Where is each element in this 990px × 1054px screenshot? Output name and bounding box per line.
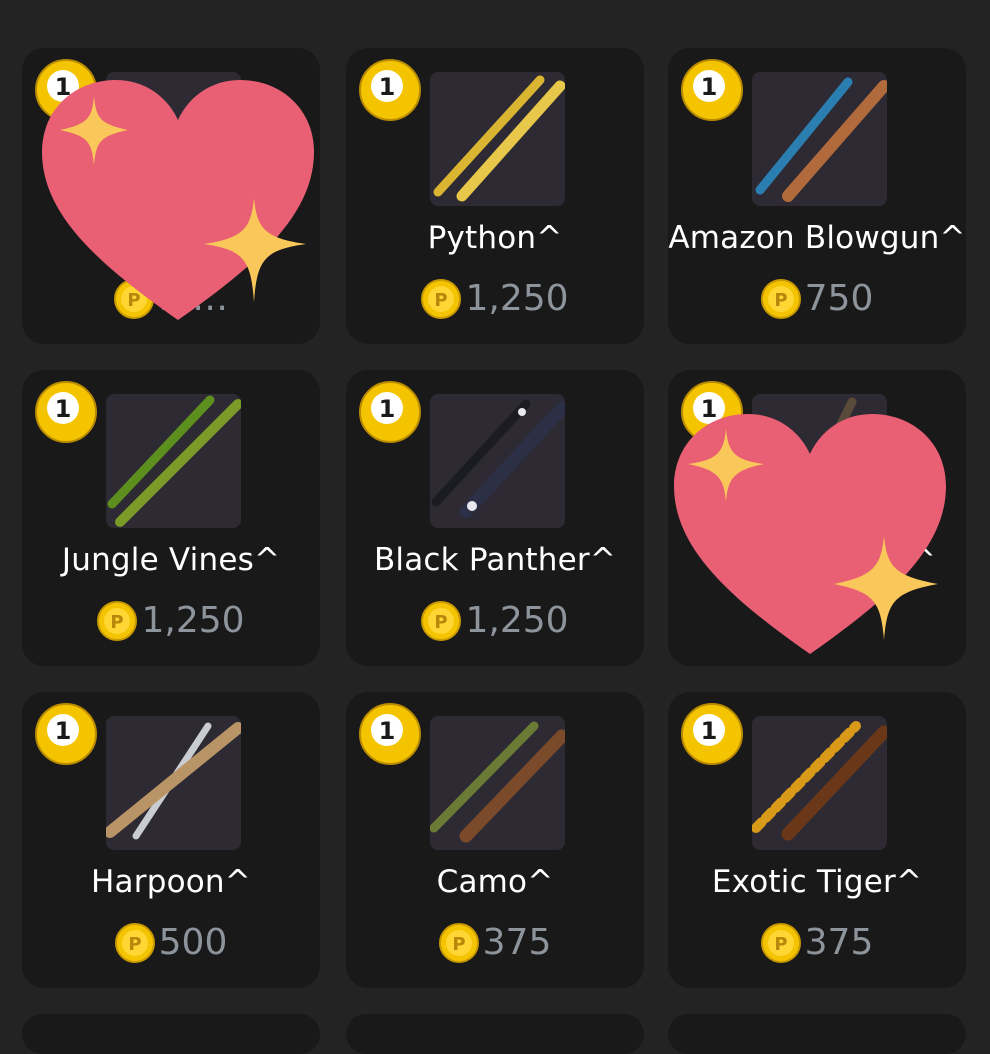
item-card[interactable]: 1 Harpoon^ P 500 — [22, 692, 320, 988]
coin-icon: P — [760, 278, 801, 319]
item-card[interactable]: 1 Jungle Vines^ P 1,250 — [22, 370, 320, 666]
harpoon-cue-icon — [106, 716, 241, 850]
svg-text:1: 1 — [701, 717, 718, 745]
item-name: Exotic Tiger^ — [711, 864, 923, 900]
svg-text:1: 1 — [55, 395, 72, 423]
svg-text:P: P — [774, 290, 787, 311]
item-price: P 375 — [668, 922, 966, 963]
price-value: 375 — [482, 922, 552, 963]
item-thumbnail — [752, 72, 887, 206]
level-badge-icon: 1 — [681, 59, 743, 121]
coin-icon: P — [114, 922, 155, 963]
level-badge-icon: 1 — [359, 59, 421, 121]
item-price: P 500 — [22, 922, 320, 963]
svg-text:1: 1 — [379, 717, 396, 745]
item-price: P 1,250 — [346, 278, 644, 319]
svg-text:P: P — [452, 934, 465, 955]
jungle-vines-cue-icon — [106, 394, 241, 528]
sparkling-heart-icon — [42, 80, 314, 320]
svg-text:1: 1 — [379, 395, 396, 423]
coin-icon: P — [97, 600, 138, 641]
exotic-tiger-cue-icon — [752, 716, 887, 850]
svg-text:P: P — [128, 934, 141, 955]
item-thumbnail — [106, 394, 241, 528]
coin-icon: P — [438, 922, 479, 963]
svg-text:1: 1 — [55, 717, 72, 745]
item-thumbnail — [430, 72, 565, 206]
python-cue-icon — [430, 72, 565, 206]
level-badge-icon: 1 — [681, 703, 743, 765]
price-value: 1,250 — [465, 278, 569, 319]
svg-text:P: P — [435, 290, 448, 311]
item-thumbnail — [430, 716, 565, 850]
item-thumbnail — [752, 716, 887, 850]
coin-icon: P — [421, 278, 462, 319]
svg-text:1: 1 — [701, 73, 718, 101]
level-badge-icon: 1 — [359, 381, 421, 443]
item-price: P 375 — [346, 922, 644, 963]
price-value: 500 — [158, 922, 228, 963]
item-card[interactable]: 1 Exotic Tiger^ P 375 — [668, 692, 966, 988]
item-card[interactable] — [22, 1014, 320, 1054]
svg-text:P: P — [435, 612, 448, 633]
item-card[interactable]: 1 Python^ P 1,250 — [346, 48, 644, 344]
price-value: 375 — [804, 922, 874, 963]
price-value: 750 — [804, 278, 874, 319]
item-name: Jungle Vines^ — [61, 542, 281, 578]
svg-text:1: 1 — [379, 73, 396, 101]
item-price: P 1,250 — [22, 600, 320, 641]
item-price: P 750 — [668, 278, 966, 319]
price-value: 1,250 — [465, 600, 569, 641]
item-name: Python^ — [427, 220, 563, 256]
item-name: Amazon Blowgun^ — [668, 220, 966, 256]
item-name: Black Panther^ — [373, 542, 617, 578]
camo-cue-icon — [430, 716, 565, 850]
amazon-blowgun-cue-icon — [752, 72, 887, 206]
item-card[interactable] — [668, 1014, 966, 1054]
item-name: Harpoon^ — [91, 864, 251, 900]
item-price: P 1,250 — [346, 600, 644, 641]
level-badge-icon: 1 — [35, 381, 97, 443]
black-panther-cue-icon — [430, 394, 565, 528]
item-card[interactable]: 1 Amazon Blowgun^ P 750 — [668, 48, 966, 344]
item-card[interactable]: 1 Black Panther^ P 1,250 — [346, 370, 644, 666]
level-badge-icon: 1 — [359, 703, 421, 765]
svg-text:P: P — [774, 934, 787, 955]
item-thumbnail — [430, 394, 565, 528]
svg-text:P: P — [111, 612, 124, 633]
item-name: Camo^ — [436, 864, 554, 900]
coin-icon: P — [421, 600, 462, 641]
coin-icon: P — [760, 922, 801, 963]
item-card[interactable] — [346, 1014, 644, 1054]
sparkling-heart-icon — [674, 414, 946, 654]
item-thumbnail — [106, 716, 241, 850]
price-value: 1,250 — [141, 600, 245, 641]
level-badge-icon: 1 — [35, 703, 97, 765]
item-card[interactable]: 1 Camo^ P 375 — [346, 692, 644, 988]
